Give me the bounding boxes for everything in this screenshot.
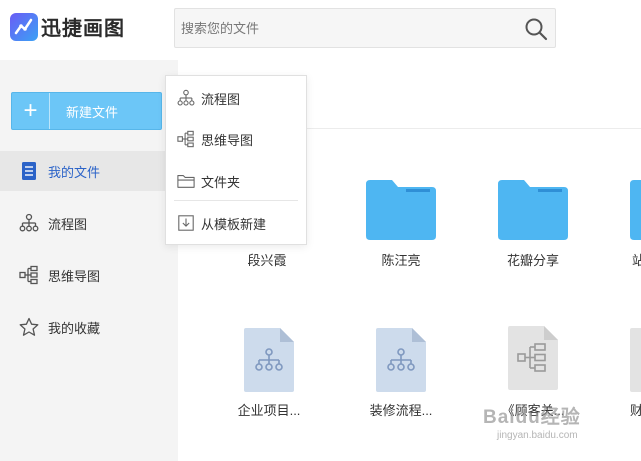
dropdown-item-flowchart[interactable]: 流程图 <box>166 78 306 118</box>
folder-tile[interactable]: 站 <box>610 170 641 280</box>
dropdown-item-from-template[interactable]: 从模板新建 <box>166 203 306 243</box>
folder-icon <box>366 180 436 240</box>
logo[interactable]: 迅捷画图 <box>10 12 125 41</box>
flowchart-file-tile[interactable]: 企业项目... <box>214 318 324 428</box>
sidebar-item-favorites[interactable]: 我的收藏 <box>0 307 178 347</box>
dropdown-item-label: 流程图 <box>201 91 241 107</box>
watermark-title: Baidu经验 <box>483 407 581 428</box>
file-name: 企业项目... <box>237 403 301 418</box>
file-name: 陈汪亮 <box>381 253 421 268</box>
watermark-url: jingyan.baidu.com <box>497 430 578 441</box>
folder-icon <box>630 180 641 240</box>
document-icon <box>18 160 40 182</box>
sidebar-item-label: 流程图 <box>48 216 88 232</box>
mindmap-icon <box>18 264 40 286</box>
watermark: Baidu经验 jingyan.baidu.com <box>483 402 613 452</box>
file-name: 装修流程... <box>369 403 433 418</box>
top-bar: 迅捷画图 <box>0 0 641 60</box>
flowchart-file-tile[interactable]: 装修流程... <box>346 318 456 428</box>
folder-tile[interactable]: 花瓣分享 <box>478 170 588 280</box>
file-name: 花瓣分享 <box>506 253 559 268</box>
sidebar-item-label: 我的文件 <box>48 164 101 180</box>
template-icon <box>176 213 196 233</box>
search-button[interactable] <box>523 16 549 42</box>
mindmap-file-icon <box>508 326 558 390</box>
sidebar-item-label: 思维导图 <box>48 268 101 284</box>
app-title: 迅捷画图 <box>41 18 125 40</box>
file-name: 财 <box>630 403 641 418</box>
logo-icon <box>10 12 38 41</box>
new-file-dropdown: 流程图 思维导图 文件夹 从模板新建 <box>165 75 307 245</box>
sidebar-item-label: 我的收藏 <box>48 320 101 336</box>
plus-icon: + <box>12 93 50 129</box>
flowchart-icon <box>18 212 40 234</box>
search-input[interactable] <box>175 9 515 47</box>
sidebar-item-mindmap[interactable]: 思维导图 <box>0 255 178 295</box>
new-file-button[interactable]: + 新建文件 <box>11 92 162 130</box>
star-icon <box>18 316 40 338</box>
dropdown-item-label: 文件夹 <box>201 174 241 190</box>
sidebar-item-my-files[interactable]: 我的文件 <box>0 151 178 191</box>
file-name: 站 <box>632 253 641 268</box>
file-tile[interactable]: 财 <box>610 318 641 428</box>
new-file-label: 新建文件 <box>66 104 119 120</box>
folder-icon <box>176 171 196 191</box>
file-name: 段兴霞 <box>247 253 287 268</box>
search-box <box>174 8 556 48</box>
folder-icon <box>498 180 568 240</box>
dropdown-item-label: 思维导图 <box>201 132 254 148</box>
flowchart-file-icon <box>376 328 426 392</box>
dropdown-item-folder[interactable]: 文件夹 <box>166 161 306 201</box>
flowchart-icon <box>176 88 196 108</box>
document-file-icon <box>630 328 641 392</box>
mindmap-icon <box>176 129 196 149</box>
search-icon <box>525 18 548 41</box>
dropdown-item-label: 从模板新建 <box>201 216 267 232</box>
sidebar-item-flowchart[interactable]: 流程图 <box>0 203 178 243</box>
flowchart-file-icon <box>244 328 294 392</box>
dropdown-item-mindmap[interactable]: 思维导图 <box>166 119 306 159</box>
folder-tile[interactable]: 陈汪亮 <box>346 170 456 280</box>
dropdown-divider <box>174 200 298 201</box>
sidebar: + 新建文件 我的文件 流程图 思维导图 我的收藏 <box>0 60 178 461</box>
